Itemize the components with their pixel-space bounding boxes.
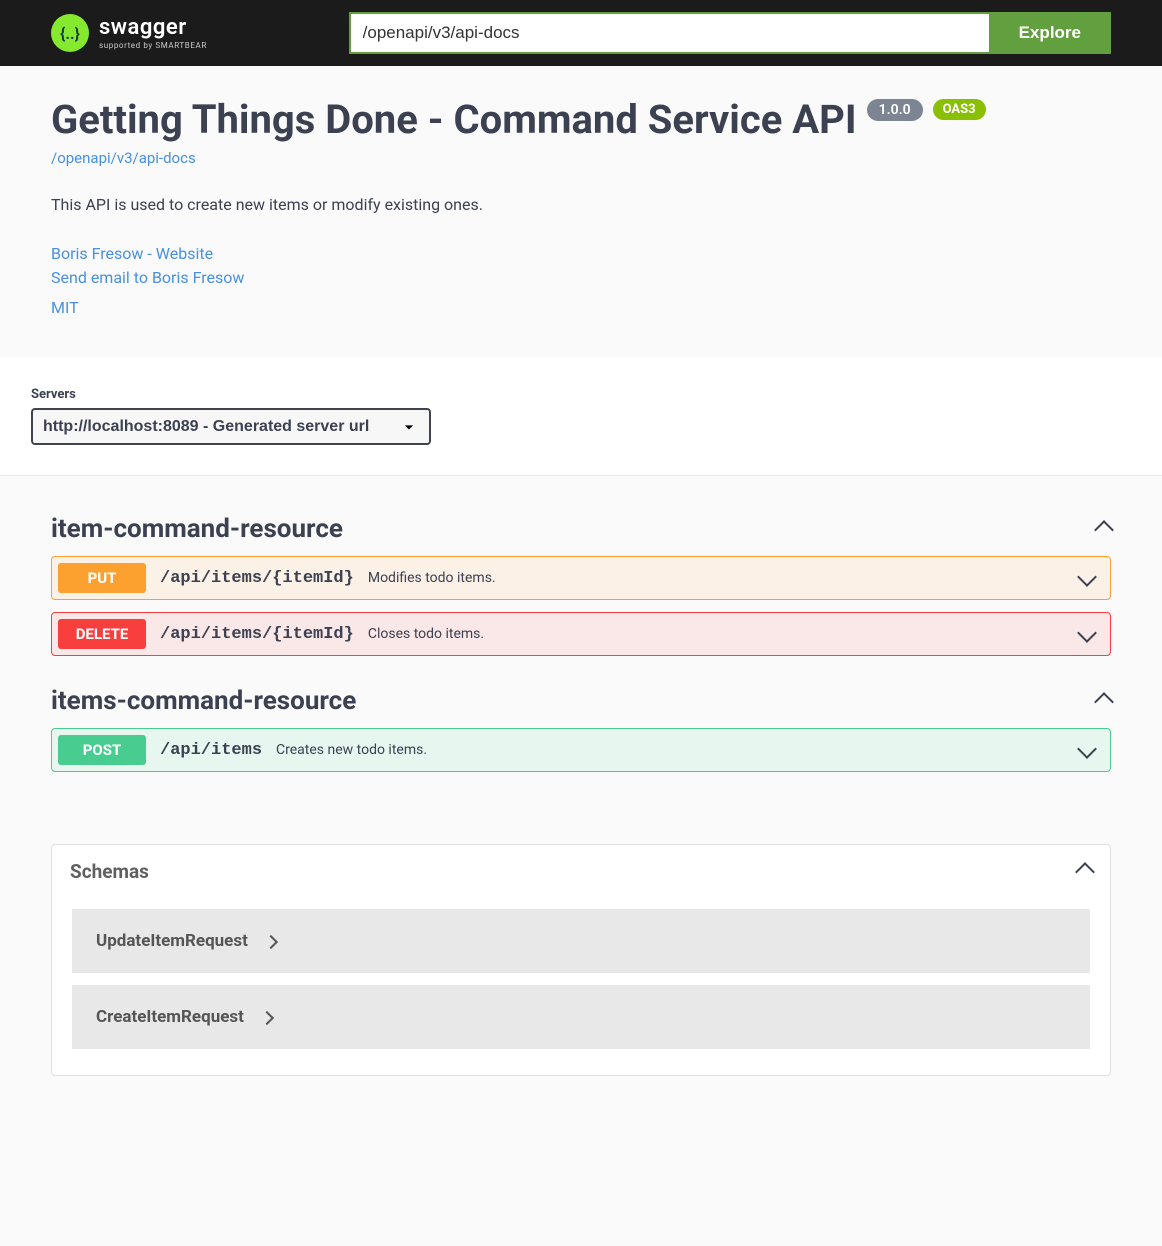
operation-path: /api/items	[160, 741, 262, 760]
license-link[interactable]: MIT	[51, 298, 79, 317]
api-info: Getting Things Done - Command Service AP…	[31, 66, 1131, 357]
api-description: This API is used to create new items or …	[51, 195, 1111, 214]
api-title: Getting Things Done - Command Service AP…	[51, 96, 857, 143]
chevron-right-icon	[266, 932, 276, 951]
operation-summary: Closes todo items.	[368, 626, 1080, 642]
tag-header[interactable]: items-command-resource	[51, 668, 1111, 728]
operation-block[interactable]: PUT/api/items/{itemId} Modifies todo item…	[51, 556, 1111, 600]
operation-path: /api/items/{itemId}	[160, 625, 354, 644]
operation-path: /api/items/{itemId}	[160, 569, 354, 588]
schema-item[interactable]: CreateItemRequest	[72, 985, 1090, 1049]
chevron-down-icon	[1080, 741, 1094, 760]
oas-badge: OAS3	[933, 99, 986, 120]
schema-name: CreateItemRequest	[96, 1007, 244, 1027]
topbar: {..} swagger supported by SMARTBEAR Expl…	[0, 0, 1162, 66]
swagger-logo-icon: {..}	[51, 14, 89, 52]
chevron-up-icon	[1097, 689, 1111, 713]
servers-section: Servers http://localhost:8089 - Generate…	[0, 357, 1162, 476]
operations-container: item-command-resource PUT/api/items/{item…	[31, 476, 1131, 804]
logo-subtext: supported by SMARTBEAR	[99, 42, 207, 50]
http-method-badge: DELETE	[58, 619, 146, 649]
logo-text: swagger	[99, 17, 207, 39]
tag-name: item-command-resource	[51, 514, 343, 544]
operation-summary: Creates new todo items.	[276, 742, 1080, 758]
chevron-down-icon	[1080, 625, 1094, 644]
spec-url-input[interactable]	[349, 12, 989, 54]
http-method-badge: PUT	[58, 563, 146, 593]
chevron-up-icon	[1097, 517, 1111, 541]
chevron-down-icon	[1080, 569, 1094, 588]
contact-email-link[interactable]: Send email to Boris Fresow	[51, 266, 1111, 290]
tag-header[interactable]: item-command-resource	[51, 496, 1111, 556]
schema-name: UpdateItemRequest	[96, 931, 248, 951]
schemas-section: Schemas UpdateItemRequest CreateItemReque…	[51, 844, 1111, 1076]
operation-block[interactable]: DELETE/api/items/{itemId} Closes todo ite…	[51, 612, 1111, 656]
chevron-up-icon	[1078, 859, 1092, 883]
api-docs-link[interactable]: /openapi/v3/api-docs	[51, 149, 1111, 167]
schemas-header[interactable]: Schemas	[52, 845, 1110, 897]
swagger-logo[interactable]: {..} swagger supported by SMARTBEAR	[51, 14, 207, 52]
version-badge: 1.0.0	[867, 99, 923, 121]
http-method-badge: POST	[58, 735, 146, 765]
servers-label: Servers	[31, 387, 1131, 402]
chevron-right-icon	[262, 1008, 272, 1027]
tag-name: items-command-resource	[51, 686, 356, 716]
schema-item[interactable]: UpdateItemRequest	[72, 909, 1090, 973]
operation-summary: Modifies todo items.	[368, 570, 1080, 586]
explore-button[interactable]: Explore	[989, 12, 1111, 54]
contact-website-link[interactable]: Boris Fresow - Website	[51, 242, 1111, 266]
schemas-title: Schemas	[70, 860, 149, 883]
server-select[interactable]: http://localhost:8089 - Generated server…	[31, 408, 431, 445]
operation-block[interactable]: POST/api/items Creates new todo items.	[51, 728, 1111, 772]
